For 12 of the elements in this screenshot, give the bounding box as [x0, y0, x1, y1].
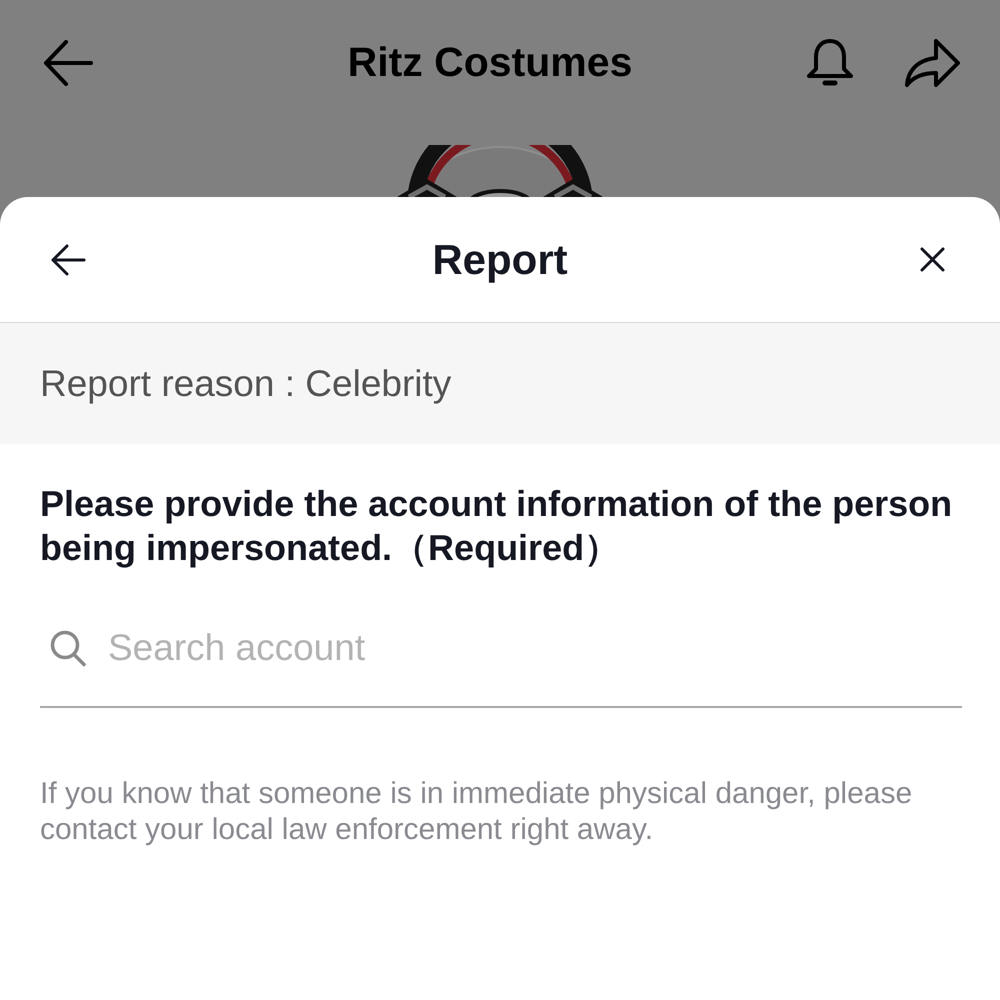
- close-icon: [920, 247, 944, 272]
- bell-icon: [805, 38, 855, 88]
- search-icon: [50, 630, 86, 666]
- safety-notice: If you know that someone is in immediate physical danger, please contact your local law enforcement right away.: [40, 776, 914, 848]
- question-text: Please provide the account information of the person being impersonated.（Required）: [40, 482, 954, 570]
- back-arrow-icon: [43, 40, 93, 86]
- sheet-title: Report: [432, 238, 568, 280]
- search-field[interactable]: Search account: [108, 620, 962, 676]
- report-reason-text: Report reason : Celebrity: [40, 365, 452, 402]
- back-arrow-icon: [50, 244, 86, 276]
- profile-title: Ritz Costumes: [348, 42, 632, 83]
- share-arrow-icon: [904, 38, 960, 88]
